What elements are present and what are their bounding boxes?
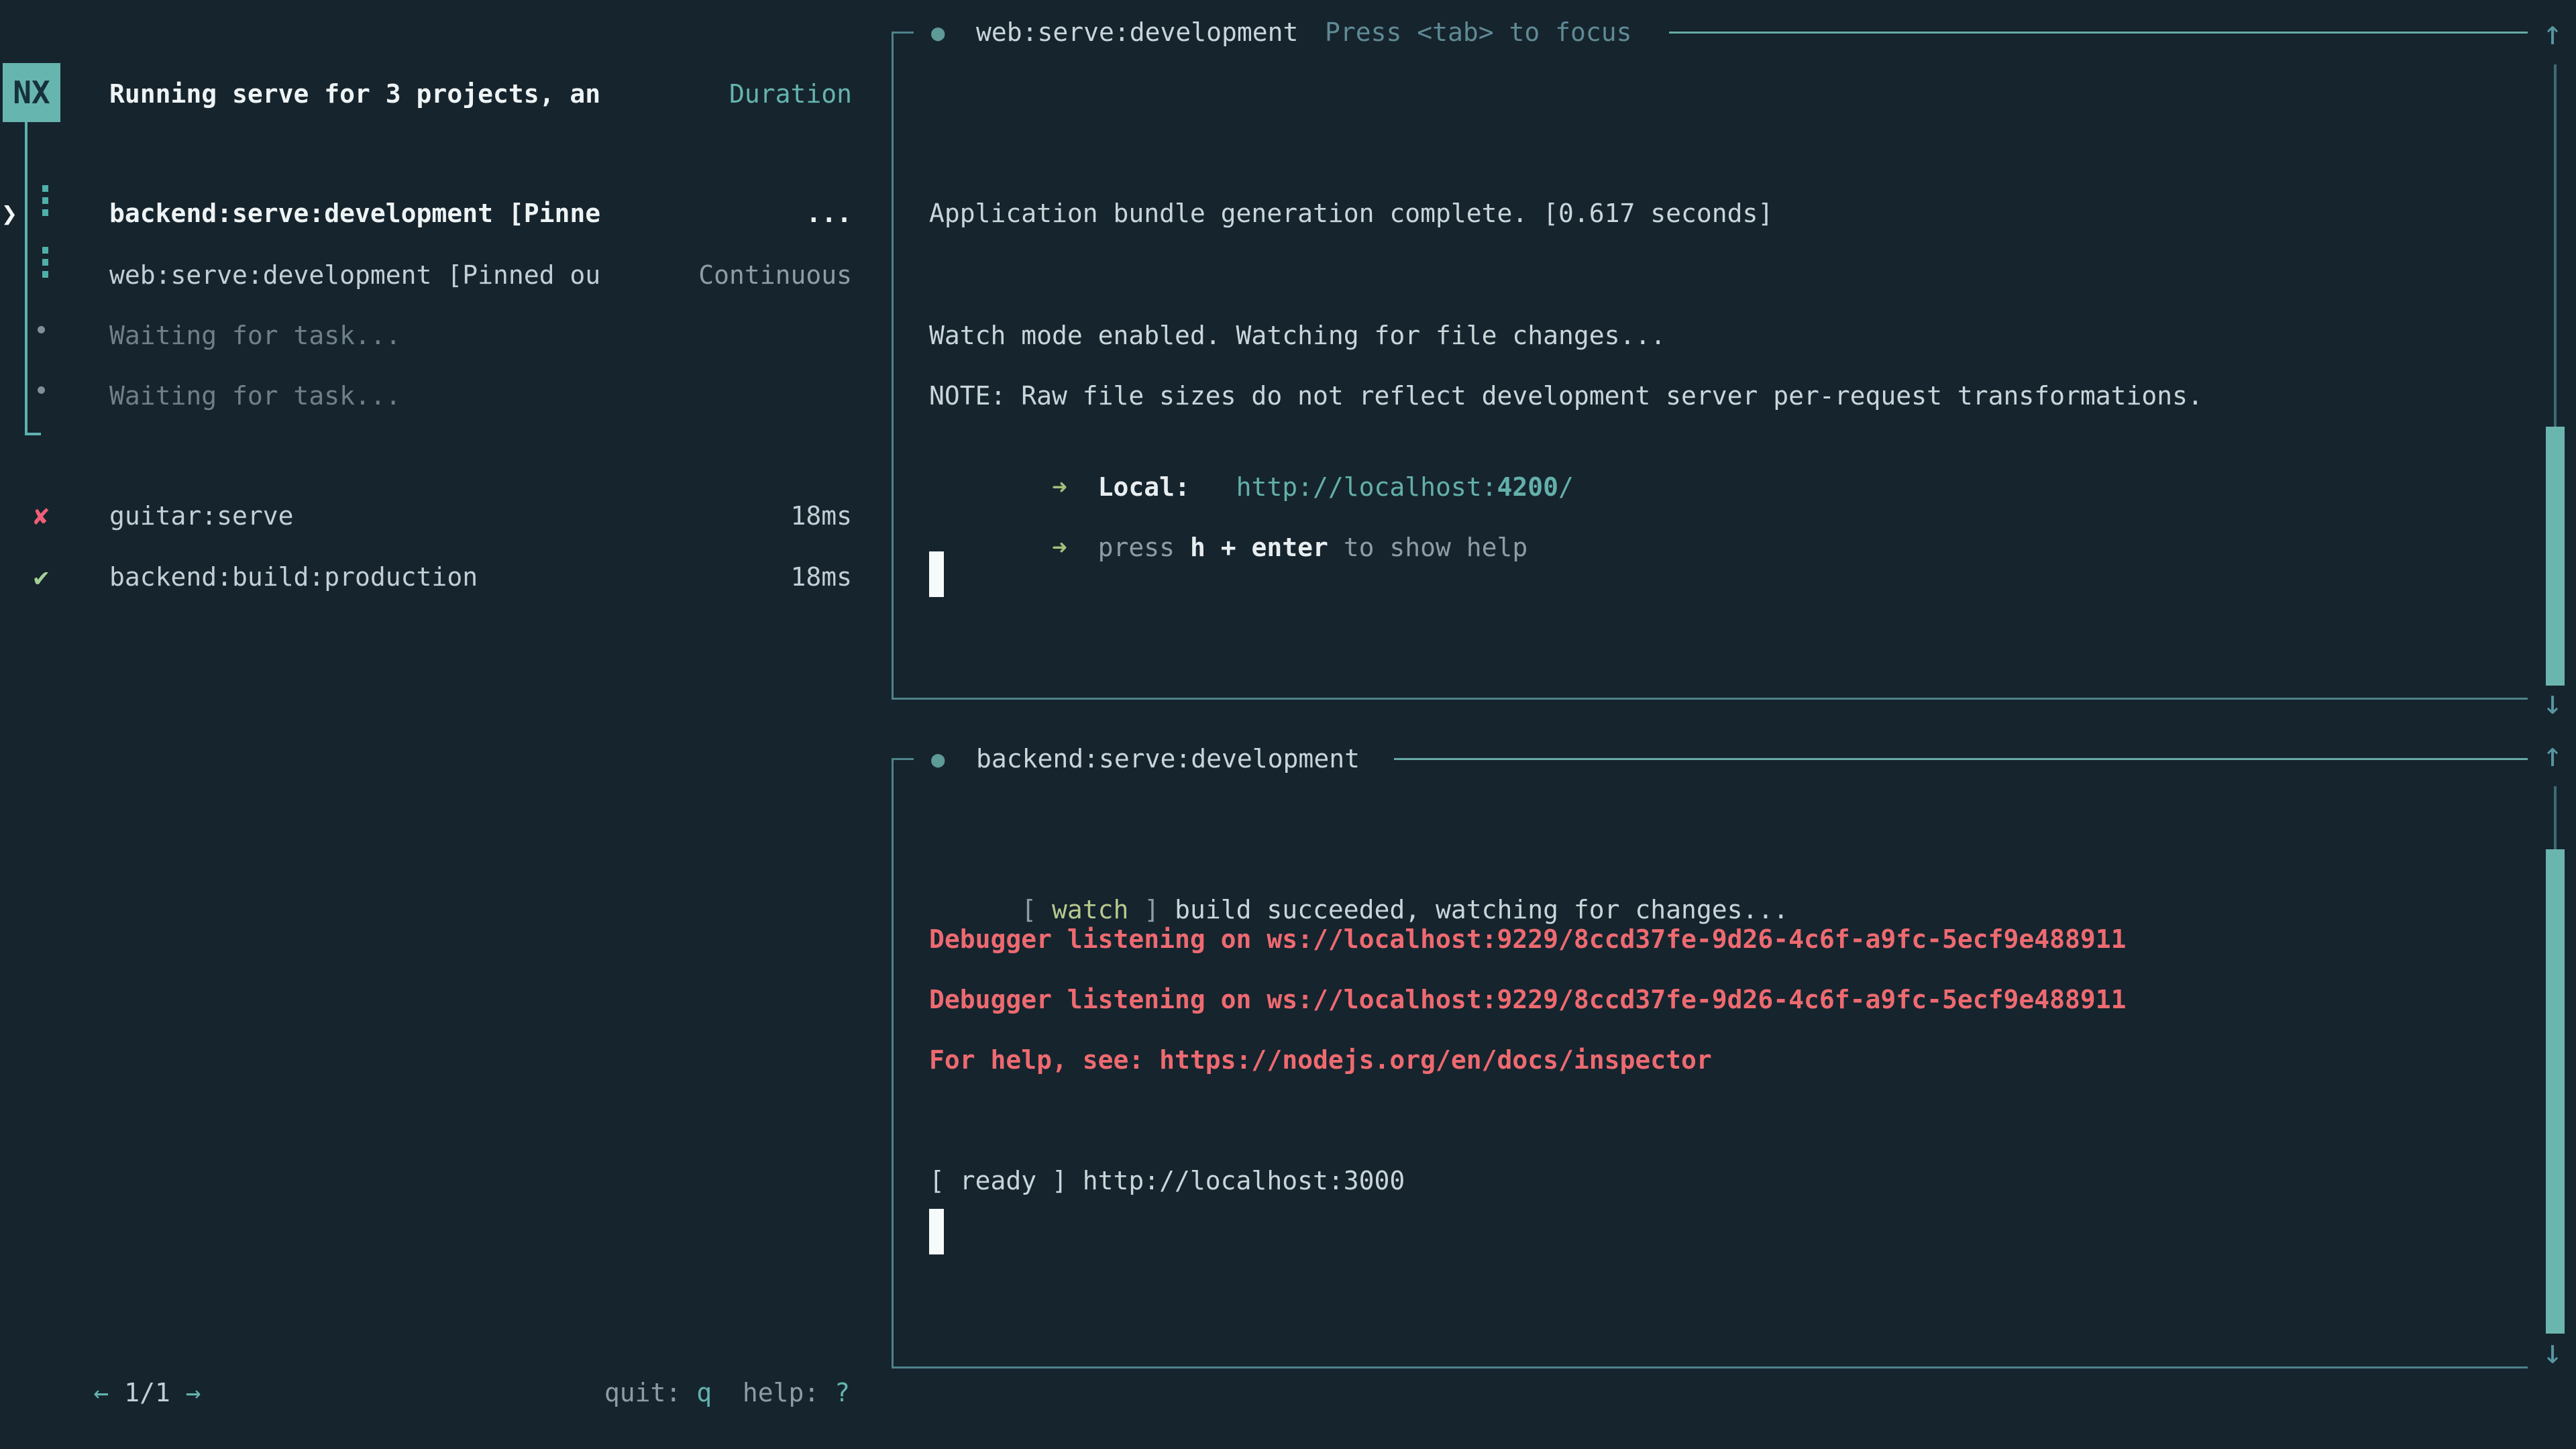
arrow-icon: ➜ bbox=[1021, 472, 1097, 502]
watch-tag: watch bbox=[1052, 895, 1128, 924]
terminal-line: Application bundle generation complete. … bbox=[929, 198, 1773, 229]
terminal-cursor bbox=[929, 551, 944, 597]
scrollbar-thumb[interactable] bbox=[2546, 427, 2565, 686]
task-name: Waiting for task... bbox=[109, 320, 401, 351]
scroll-up-arrow[interactable]: ↑ bbox=[2542, 738, 2563, 771]
scroll-down-arrow[interactable]: ↓ bbox=[2542, 686, 2563, 719]
help-key: ? bbox=[835, 1378, 850, 1407]
panel-border-corner bbox=[892, 32, 914, 34]
panel-focus-hint: Press <tab> to focus bbox=[1325, 17, 1632, 48]
terminal-line: Watch mode enabled. Watching for file ch… bbox=[929, 320, 1666, 351]
local-label: Local: bbox=[1098, 472, 1190, 502]
running-spinner-icon bbox=[42, 247, 48, 283]
panel-status-dot-icon: ● bbox=[931, 21, 945, 44]
scrollbar-thumb[interactable] bbox=[2546, 849, 2565, 1334]
panel-border-top bbox=[1669, 32, 2528, 34]
panel-border-corner bbox=[892, 758, 914, 760]
scrollbar-track[interactable] bbox=[2554, 64, 2557, 427]
inspector-help-line: For help, see: https://nodejs.org/en/doc… bbox=[929, 1044, 1712, 1075]
task-failed-icon: ✘ bbox=[34, 500, 49, 531]
panel-border-bottom bbox=[892, 698, 2528, 700]
terminal-line: NOTE: Raw file sizes do not reflect deve… bbox=[929, 380, 2203, 411]
panel-border-bottom bbox=[892, 1366, 2528, 1368]
help-post: to show help bbox=[1328, 533, 1527, 562]
arrow-icon: ➜ bbox=[1021, 533, 1097, 562]
nx-logo: NX bbox=[3, 63, 60, 122]
local-url-slash[interactable]: / bbox=[1558, 472, 1574, 502]
task-duration: ... bbox=[806, 198, 852, 229]
panel-title: backend:serve:development bbox=[976, 743, 1360, 774]
waiting-dot-icon bbox=[38, 326, 45, 333]
task-name: guitar:serve bbox=[109, 500, 294, 531]
help-pre: press bbox=[1098, 533, 1190, 562]
help-hint-line: ➜ press h + enter to show help bbox=[929, 501, 1527, 594]
local-url[interactable]: http://localhost: bbox=[1236, 472, 1497, 502]
debugger-line: Debugger listening on ws://localhost:922… bbox=[929, 924, 2126, 955]
scroll-up-arrow[interactable]: ↑ bbox=[2542, 16, 2563, 50]
panel-border-top bbox=[1394, 758, 2528, 760]
running-spinner-icon bbox=[42, 185, 48, 221]
task-success-icon: ✔ bbox=[34, 561, 49, 592]
pager-prev-arrow[interactable]: ← bbox=[94, 1378, 109, 1407]
ready-line: [ ready ] http://localhost:3000 bbox=[929, 1165, 1405, 1196]
duration-column-header: Duration bbox=[729, 78, 852, 109]
scrollbar-track[interactable] bbox=[2554, 786, 2557, 849]
quit-key: q bbox=[696, 1378, 712, 1407]
task-tree-rail-foot bbox=[25, 433, 41, 435]
task-name: web:serve:development [Pinned ou bbox=[109, 260, 600, 290]
pager-page-indicator: 1/1 bbox=[109, 1378, 185, 1407]
bracket-close: ] bbox=[1128, 895, 1175, 924]
watch-text: build succeeded, watching for changes... bbox=[1175, 895, 1788, 924]
task-duration: Continuous bbox=[698, 260, 852, 290]
scroll-down-arrow[interactable]: ↓ bbox=[2542, 1335, 2563, 1368]
task-name: Waiting for task... bbox=[109, 380, 401, 411]
quit-hint-label: quit: bbox=[604, 1378, 696, 1407]
panel-border-left bbox=[892, 758, 894, 1368]
task-tree-rail bbox=[25, 122, 28, 435]
waiting-dot-icon bbox=[38, 386, 45, 394]
task-name: backend:serve:development [Pinne bbox=[109, 198, 600, 229]
task-duration: 18ms bbox=[790, 561, 852, 592]
bracket-open: [ bbox=[1021, 895, 1052, 924]
pager-next-arrow[interactable]: → bbox=[186, 1378, 201, 1407]
selected-task-chevron-icon: ❯ bbox=[1, 199, 17, 229]
terminal-cursor bbox=[929, 1209, 944, 1254]
pager: ← 1/1 → bbox=[32, 1346, 201, 1439]
panel-border-left bbox=[892, 32, 894, 700]
keyboard-hints: quit: q help: ? bbox=[543, 1346, 850, 1439]
local-port[interactable]: 4200 bbox=[1497, 472, 1559, 502]
panel-status-dot-icon: ● bbox=[931, 748, 945, 771]
panel-title: web:serve:development bbox=[976, 17, 1298, 48]
task-name: backend:build:production bbox=[109, 561, 478, 592]
task-duration: 18ms bbox=[790, 500, 852, 531]
debugger-line: Debugger listening on ws://localhost:922… bbox=[929, 984, 2126, 1015]
help-keys: h + enter bbox=[1190, 533, 1328, 562]
task-list-title: Running serve for 3 projects, an bbox=[109, 78, 600, 109]
nx-tui-screen: NX Running serve for 3 projects, an Dura… bbox=[0, 0, 2576, 1449]
help-hint-label: help: bbox=[712, 1378, 835, 1407]
